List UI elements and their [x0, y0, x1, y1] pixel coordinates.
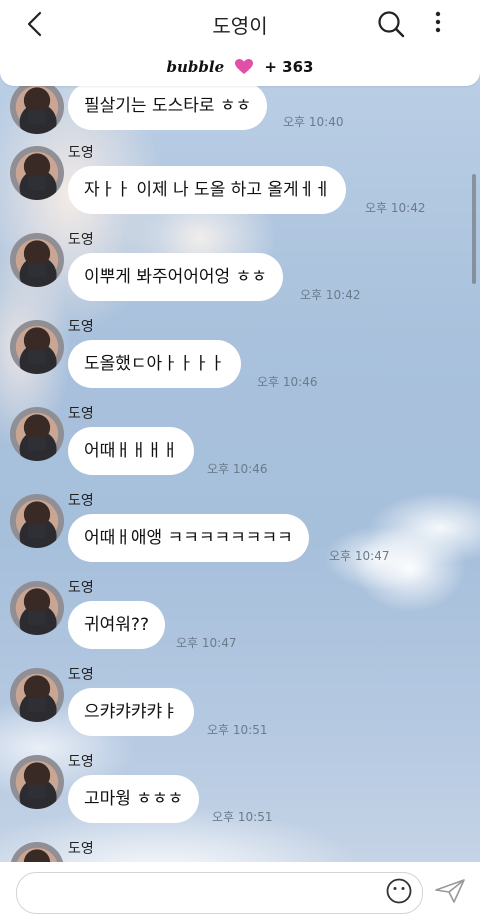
avatar[interactable]: [10, 494, 64, 548]
message-bubble: 으캬캬캬캬ㅑ: [68, 688, 194, 736]
sender-name: 도영: [68, 841, 94, 857]
message-time: 오후 10:51: [212, 810, 273, 824]
sender-name: 도영: [68, 493, 94, 509]
message-bubble: 고마웡 ㅎㅎㅎ: [68, 775, 200, 823]
message-bubble: 어때ㅐㅐㅐㅐ: [68, 427, 194, 475]
message-time: 오후 10:46: [257, 375, 318, 389]
chat-background: 필살기는 도스타로 ㅎㅎ 오후 10:40 도영 자ㅏㅏ 이제 나 도올 하고 …: [0, 48, 480, 870]
emoji-icon[interactable]: [386, 878, 412, 904]
avatar[interactable]: [10, 407, 64, 461]
input-bar: [0, 862, 480, 914]
message-time: 오후 10:47: [329, 549, 390, 563]
sender-name: 도영: [68, 754, 94, 770]
bubble-brand: bubble: [166, 58, 225, 76]
chat-title: 도영이: [212, 14, 268, 38]
avatar[interactable]: [10, 668, 64, 722]
heart-icon: [235, 59, 254, 74]
sender-name: 도영: [68, 667, 94, 683]
message-bubble: 필살기는 도스타로 ㅎㅎ: [68, 82, 268, 130]
message-time: 오후 10:42: [365, 201, 426, 215]
sender-name: 도영: [68, 406, 94, 422]
message-time: 오후 10:40: [283, 115, 344, 129]
sender-name: 도영: [68, 232, 94, 248]
sender-name: 도영: [68, 580, 94, 596]
message-time: 오후 10:42: [300, 288, 361, 302]
search-icon[interactable]: [376, 9, 406, 39]
message-time: 오후 10:51: [207, 723, 268, 737]
send-icon[interactable]: [434, 878, 466, 904]
message-bubble: 도올했ㄷ아ㅏㅏㅏㅏ: [68, 340, 241, 388]
message-input[interactable]: [16, 872, 423, 914]
avatar[interactable]: [10, 146, 64, 200]
chat-header: 도영이: [0, 0, 480, 48]
scrollbar[interactable]: [472, 174, 476, 284]
subscriber-count: + 363: [264, 58, 314, 76]
more-vertical-icon[interactable]: [428, 9, 448, 39]
avatar[interactable]: [10, 320, 64, 374]
message-bubble: 이뿌게 봐주어어어엉 ㅎㅎ: [68, 253, 283, 301]
avatar[interactable]: [10, 755, 64, 809]
message-bubble: 귀여워??: [68, 601, 165, 649]
avatar[interactable]: [10, 80, 64, 134]
message-time: 오후 10:46: [207, 462, 268, 476]
sender-name: 도영: [68, 319, 94, 335]
avatar[interactable]: [10, 233, 64, 287]
avatar[interactable]: [10, 581, 64, 635]
message-time: 오후 10:47: [176, 636, 237, 650]
sender-name: 도영: [68, 145, 94, 161]
message-bubble: 어때ㅐ애앵 ㅋㅋㅋㅋㅋㅋㅋㅋ: [68, 514, 309, 562]
message-bubble: 자ㅏㅏ 이제 나 도올 하고 올게ㅔㅔ: [68, 166, 346, 214]
bubble-banner[interactable]: bubble + 363: [0, 48, 480, 86]
